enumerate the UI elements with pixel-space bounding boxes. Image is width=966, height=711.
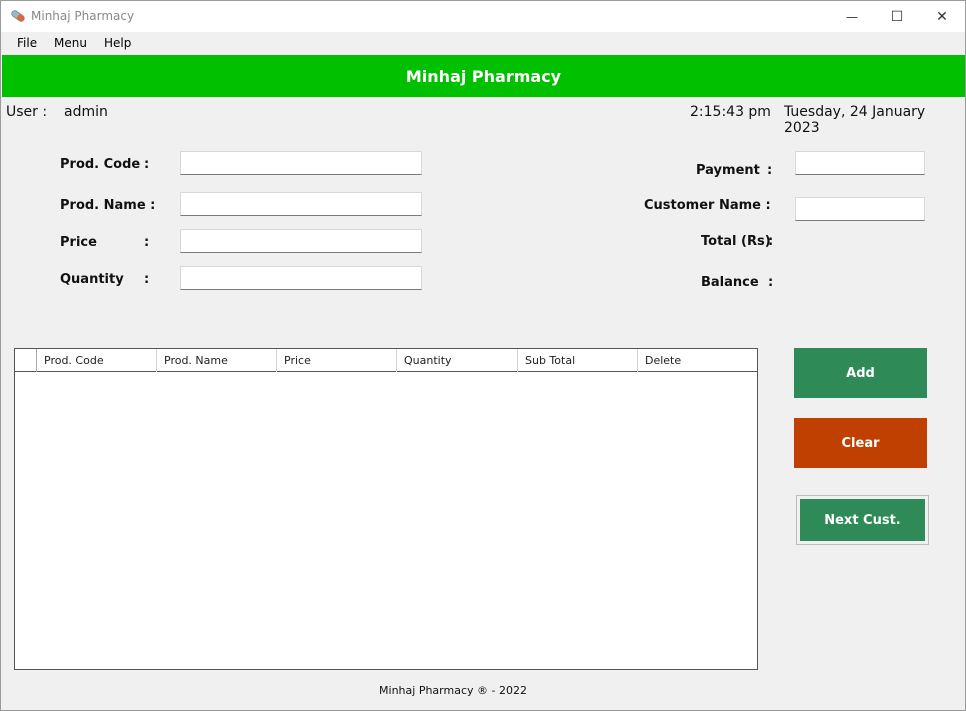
prod-code-input[interactable] (180, 151, 422, 175)
price-colon: : (144, 235, 150, 250)
pill-icon (11, 10, 25, 22)
add-button[interactable]: Add (794, 348, 927, 398)
maximize-button[interactable]: ☐ (874, 1, 920, 32)
maximize-icon: ☐ (890, 8, 904, 25)
balance-label: Balance (701, 275, 759, 290)
prod-code-label: Prod. Code (60, 157, 141, 172)
clear-button[interactable]: Clear (794, 418, 927, 468)
prod-name-input[interactable] (180, 192, 422, 216)
menu-menu[interactable]: Menu (54, 36, 87, 50)
close-button[interactable]: ✕ (919, 1, 965, 32)
app-window: Minhaj Pharmacy — ☐ ✕ File Menu Help Min… (0, 0, 966, 711)
column-header-sub-total[interactable]: Sub Total (518, 349, 638, 372)
customer-name-input[interactable] (795, 197, 925, 221)
price-label: Price (60, 235, 97, 250)
menu-bar: File Menu Help (1, 32, 965, 55)
column-header-price[interactable]: Price (277, 349, 397, 372)
quantity-label: Quantity (60, 272, 124, 287)
quantity-colon: : (144, 272, 150, 287)
prod-name-label: Prod. Name : (60, 198, 156, 213)
next-customer-button[interactable]: Next Cust. (800, 499, 925, 541)
minimize-button[interactable]: — (829, 1, 875, 32)
next-customer-button-frame: Next Cust. (796, 495, 929, 545)
close-icon: ✕ (936, 8, 948, 25)
quantity-input[interactable] (180, 266, 422, 290)
column-header-delete[interactable]: Delete (638, 349, 758, 372)
customer-name-label: Customer Name : (644, 198, 771, 213)
price-input[interactable] (180, 229, 422, 253)
footer-text: Minhaj Pharmacy ® - 2022 (379, 684, 527, 697)
column-header-prod-name[interactable]: Prod. Name (157, 349, 277, 372)
window-title: Minhaj Pharmacy (31, 9, 135, 23)
column-header-quantity[interactable]: Quantity (397, 349, 518, 372)
payment-colon: : (767, 163, 773, 178)
clock-time: 2:15:43 pm (690, 104, 771, 120)
payment-label: Payment (696, 163, 760, 178)
total-label: Total (Rs) (701, 234, 771, 249)
grid-header: Prod. Code Prod. Name Price Quantity Sub… (15, 349, 757, 372)
title-bar[interactable]: Minhaj Pharmacy — ☐ ✕ (1, 1, 965, 32)
user-label: User : (6, 104, 48, 120)
menu-file[interactable]: File (17, 36, 37, 50)
total-colon: : (768, 234, 774, 249)
items-grid[interactable]: Prod. Code Prod. Name Price Quantity Sub… (14, 348, 758, 670)
menu-help[interactable]: Help (104, 36, 131, 50)
prod-code-colon: : (144, 157, 150, 172)
minimize-icon: — (846, 9, 858, 24)
header-banner: Minhaj Pharmacy (2, 55, 965, 97)
payment-input[interactable] (795, 151, 925, 175)
clock-date: Tuesday, 24 January 2023 (784, 104, 926, 136)
user-value: admin (64, 104, 108, 120)
grid-row-header[interactable] (15, 349, 37, 372)
page-title: Minhaj Pharmacy (405, 66, 562, 86)
balance-colon: : (768, 275, 774, 290)
column-header-prod-code[interactable]: Prod. Code (37, 349, 157, 372)
